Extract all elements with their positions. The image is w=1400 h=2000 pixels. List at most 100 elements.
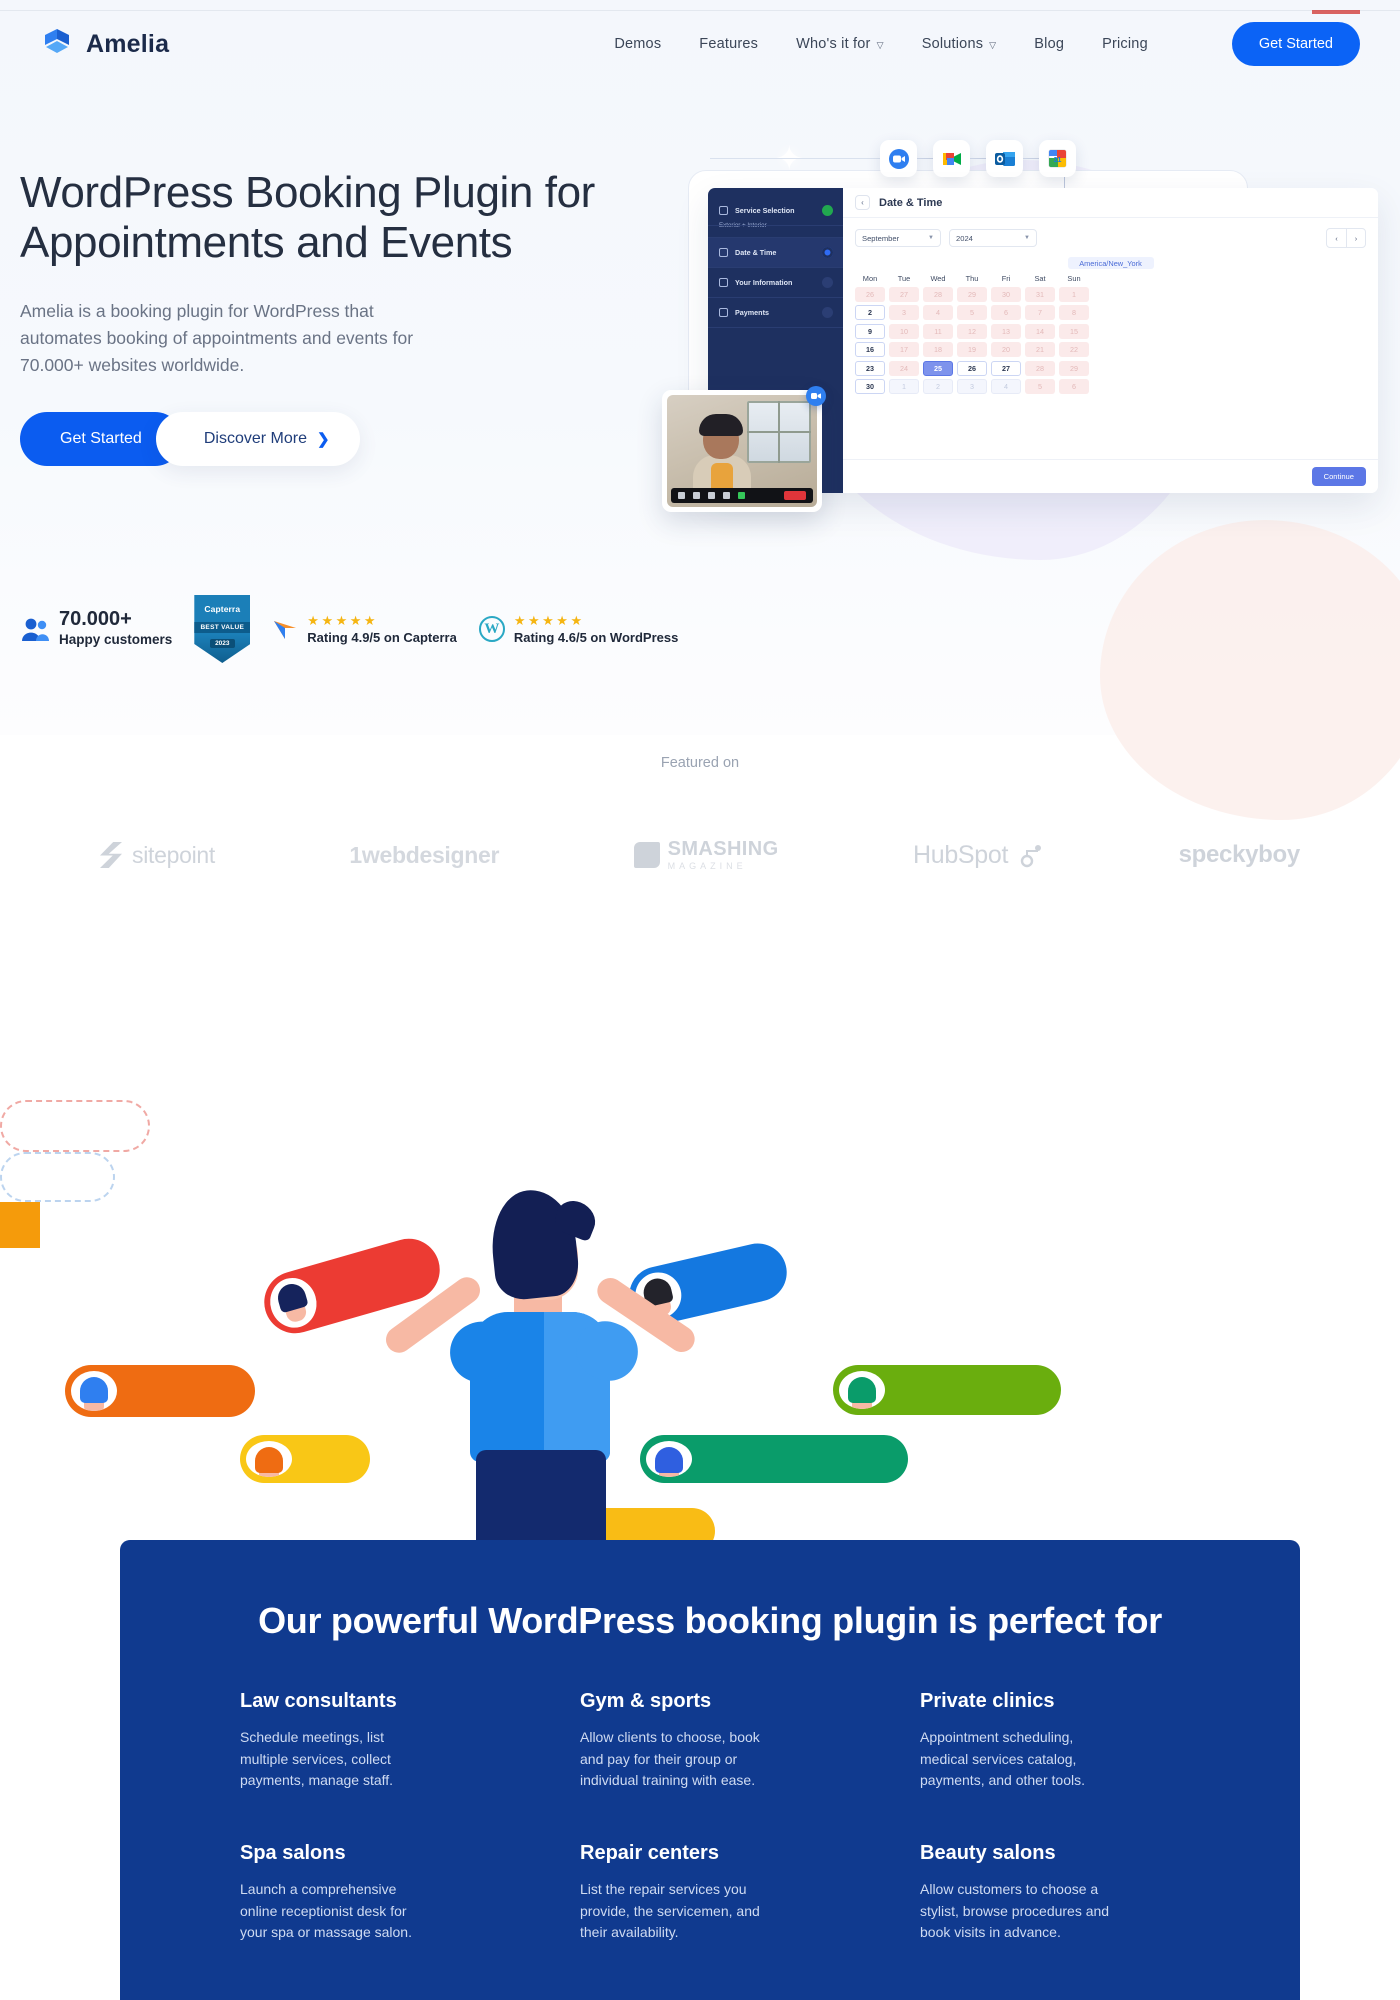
calendar-day-cell[interactable]: 2 (855, 305, 885, 320)
google-calendar-icon[interactable]: 31 (1039, 140, 1076, 177)
logo-smashing-magazine[interactable]: SMASHING MAGAZINE (633, 839, 779, 871)
calendar-day-cell: 28 (1025, 360, 1055, 376)
share-screen-icon[interactable] (738, 492, 745, 499)
perfect-for-item: Beauty salons Allow customers to choose a… (920, 1842, 1230, 1944)
step-date-time[interactable]: Date & Time (708, 238, 843, 268)
participant-avatar (693, 414, 751, 499)
calendar-day-cell: 3 (889, 305, 919, 320)
perfect-for-item: Repair centers List the repair services y… (580, 1842, 890, 1944)
panel-title: Date & Time (879, 196, 943, 209)
calendar-day-cell[interactable]: 9 (855, 323, 885, 339)
nav-item-solutions[interactable]: Solutions ▽ (922, 36, 997, 52)
perfect-for-heading: Private clinics (920, 1690, 1055, 1712)
perfect-for-body: Allow customers to choose a stylist, bro… (920, 1881, 1110, 1941)
nav-item-demos[interactable]: Demos (614, 36, 661, 52)
outlook-icon[interactable] (986, 140, 1023, 177)
happy-customers-stat: 70.000+ Happy customers (20, 608, 172, 650)
chevron-down-icon: ▽ (989, 39, 997, 50)
next-month-button[interactable]: › (1346, 229, 1365, 247)
calendar-day-cell[interactable]: 27 (991, 360, 1021, 376)
panel-header: ‹ Date & Time (843, 188, 1378, 218)
camera-icon[interactable] (693, 492, 700, 499)
illustration-pill-orange (65, 1365, 255, 1417)
calendar-day-cell: 8 (1059, 305, 1089, 320)
perfect-for-item: Spa salons Launch a comprehensive online … (240, 1842, 550, 1944)
featured-logos: sitepoint 1webdesigner SMASHING MAGAZINE… (100, 820, 1300, 890)
brand-logo[interactable]: Amelia (40, 27, 169, 61)
end-call-button[interactable] (784, 491, 806, 500)
wordpress-icon: W (478, 616, 505, 642)
calendar-day-cell[interactable]: 16 (855, 342, 885, 357)
header-get-started-button[interactable]: Get Started (1231, 22, 1360, 66)
zoom-icon (806, 386, 826, 406)
logo-sitepoint[interactable]: sitepoint (100, 842, 215, 869)
step-service-selection[interactable]: Service Selection (708, 196, 843, 226)
perfect-for-body: Schedule meetings, list multiple service… (240, 1729, 394, 1789)
logo-speckyboy[interactable]: speckyboy (1179, 841, 1301, 869)
prev-month-button[interactable]: ‹ (1327, 229, 1346, 247)
hero-cta-group: Get Started Discover More ❯ (20, 412, 640, 467)
logo-label: HubSpot (912, 840, 1009, 869)
calendar-day-cell: 17 (889, 342, 919, 357)
calendar-day-cell: 27 (889, 286, 919, 302)
calendar-dow-row: Mon Tue Wed Thu Fri Sat Sun (855, 274, 1366, 283)
badge-brand: Capterra (204, 604, 241, 614)
page-root: Amelia Demos Features Who's it for ▽ Sol… (0, 0, 1400, 2000)
nav-item-pricing[interactable]: Pricing (1102, 36, 1148, 52)
continue-button[interactable]: Continue (1311, 467, 1366, 486)
logo-1stwebdesigner[interactable]: 1webdesigner (349, 842, 499, 869)
month-select[interactable]: September ▼ (855, 229, 941, 247)
calendar-day-cell: 15 (1059, 323, 1089, 339)
calendar-day-cell: 24 (889, 360, 919, 376)
calendar-day-cell: 7 (1025, 305, 1055, 320)
year-select[interactable]: 2024 ▼ (949, 229, 1037, 247)
brand-name: Amelia (86, 29, 170, 58)
svg-text:31: 31 (1054, 157, 1062, 164)
step-label: Date & Time (735, 248, 777, 257)
calendar-day-cell: 21 (1025, 342, 1055, 357)
status-pending-icon (822, 277, 833, 288)
calendar-day-cell: 1 (1059, 286, 1089, 302)
calendar-day-cell[interactable]: 26 (957, 360, 987, 376)
perfect-for-item: Private clinics Appointment scheduling, m… (920, 1690, 1230, 1792)
step-label: Your Information (735, 278, 793, 287)
perfect-for-body: Allow clients to choose, book and pay fo… (580, 1729, 760, 1789)
calendar-week-row: 26 27 28 29 30 31 1 (855, 286, 1366, 302)
hero-discover-more-button[interactable]: Discover More ❯ (155, 412, 360, 467)
logo-label: 1webdesigner (349, 841, 500, 868)
perfect-for-item: Law consultants Schedule meetings, list m… (240, 1690, 550, 1792)
wordpress-rating-text: Rating 4.6/5 on WordPress (513, 629, 679, 645)
nav-item-whos-it-for[interactable]: Who's it for ▽ (796, 36, 884, 52)
google-meet-icon[interactable] (933, 140, 970, 177)
back-button[interactable]: ‹ (855, 195, 870, 210)
microphone-icon[interactable] (678, 492, 685, 499)
step-label: Service Selection (735, 206, 795, 215)
sitepoint-icon (100, 842, 122, 868)
calendar-day-cell: 11 (923, 323, 953, 339)
booking-panel: ‹ Date & Time September ▼ 2024 ▼ ‹ › Ame… (843, 188, 1378, 493)
chat-icon[interactable] (723, 492, 730, 499)
participants-icon[interactable] (708, 492, 715, 499)
dow-label: Tue (897, 274, 911, 283)
calendar-day-cell[interactable]: 23 (855, 360, 885, 376)
nav-item-features[interactable]: Features (699, 36, 758, 52)
step-payments[interactable]: Payments (708, 298, 843, 328)
customers-label: Happy customers (59, 631, 173, 647)
logo-hubspot[interactable]: HubSpot (913, 841, 1044, 870)
people-icon (20, 617, 49, 641)
calendar-day-cell[interactable]: 30 (855, 379, 885, 394)
calendar-day-cell: 28 (923, 286, 953, 302)
hubspot-sprocket-icon (1018, 842, 1044, 868)
perfect-for-heading: Beauty salons (920, 1842, 1056, 1865)
calendar-day-cell: 4 (991, 379, 1021, 394)
video-controls-bar (671, 488, 813, 503)
step-your-information[interactable]: Your Information (708, 268, 843, 298)
dow-label: Sun (1067, 274, 1081, 283)
calendar-day-cell: 22 (1059, 342, 1089, 357)
nav-item-blog[interactable]: Blog (1034, 36, 1064, 52)
capterra-rating: ★★★★★ Rating 4.9/5 on Capterra (272, 614, 457, 645)
zoom-icon[interactable] (880, 140, 917, 177)
illustration-placeholder-red (0, 1100, 150, 1152)
avatar-hair (255, 1447, 283, 1473)
calendar-day-cell[interactable]: 25 (923, 360, 953, 376)
